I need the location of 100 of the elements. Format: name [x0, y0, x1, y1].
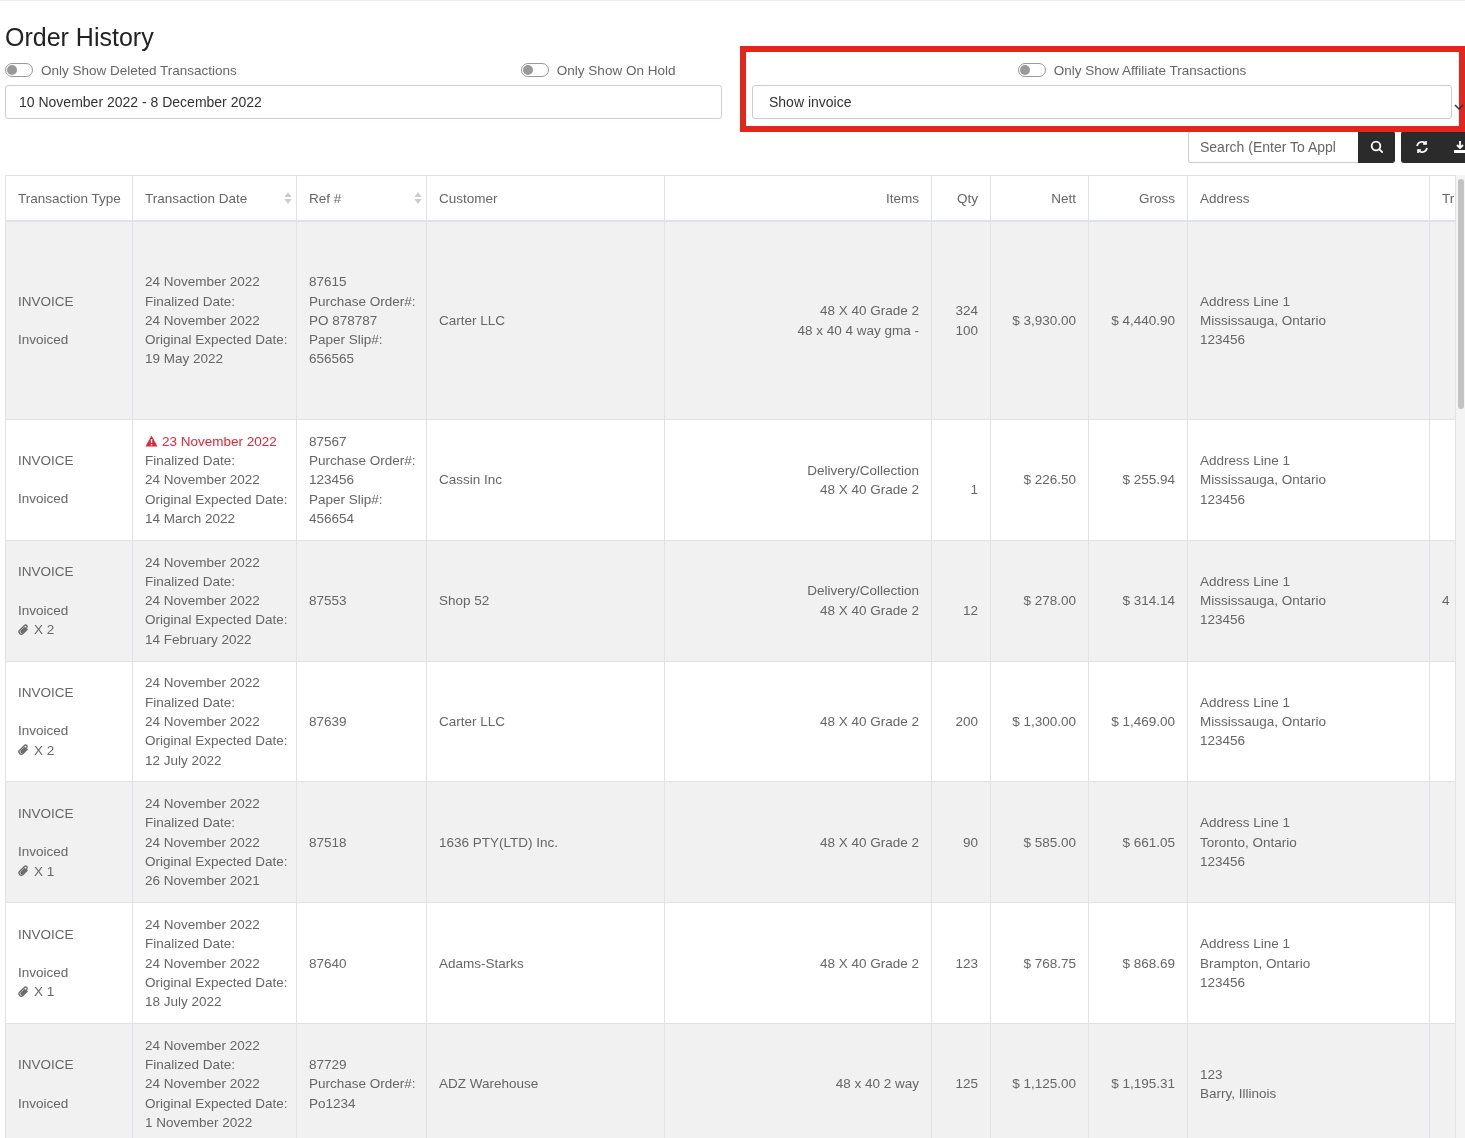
- status-text: Invoiced: [18, 601, 70, 620]
- address-line: Address Line 1: [1200, 693, 1292, 712]
- page-title: Order History: [5, 23, 155, 51]
- nett-amount: $ 768.75: [1023, 955, 1076, 971]
- status-text: Invoiced: [18, 490, 70, 509]
- gross-amount: $ 661.05: [1122, 834, 1175, 850]
- sort-icon: [284, 191, 292, 205]
- attachment-count: X 2: [34, 620, 55, 639]
- reference-line: 87639: [309, 712, 348, 731]
- transaction-type: INVOICE: [18, 684, 75, 703]
- address-line: 123456: [1200, 732, 1247, 751]
- address-line: Mississauga, Ontario: [1200, 712, 1328, 731]
- nett-amount: $ 3,930.00: [1012, 312, 1076, 328]
- status-text: Invoiced: [18, 964, 70, 983]
- date-detail: 14 February 2022: [145, 630, 253, 649]
- status-text: Invoiced: [18, 1094, 70, 1113]
- paperclip-icon: [18, 986, 30, 998]
- date-detail: 14 March 2022: [145, 509, 237, 528]
- reference-line: 656565: [309, 350, 356, 369]
- sort-icon: [414, 191, 422, 205]
- gross-amount: $ 314.14: [1122, 593, 1175, 609]
- customer-name: Cassin Inc: [439, 472, 503, 488]
- transaction-date: 24 November 2022: [145, 795, 261, 814]
- reference-line: Purchase Order#:: [309, 451, 414, 470]
- address-line: Address Line 1: [1200, 572, 1292, 591]
- address-line: 123456: [1200, 490, 1247, 509]
- date-detail: 18 July 2022: [145, 993, 223, 1012]
- refresh-icon: [1415, 140, 1429, 154]
- quantity: 125: [954, 1075, 978, 1094]
- date-detail: 24 November 2022: [145, 471, 261, 490]
- transaction-type: INVOICE: [18, 804, 75, 823]
- nett-amount: $ 1,125.00: [1012, 1076, 1076, 1092]
- address-line: Mississauga, Ontario: [1200, 311, 1328, 330]
- reference-line: Po1234: [309, 1094, 357, 1113]
- transaction-date: 24 November 2022: [145, 674, 261, 693]
- chevron-down-icon: [1454, 104, 1464, 111]
- date-detail: 1 November 2022: [145, 1114, 254, 1132]
- reference-line: PO 878787: [309, 311, 379, 330]
- customer-name: Carter LLC: [439, 312, 506, 328]
- date-detail: Finalized Date:: [145, 935, 237, 954]
- date-detail: Finalized Date:: [145, 1056, 237, 1075]
- quantity: 123: [954, 954, 978, 973]
- scrollbar-thumb[interactable]: [1458, 179, 1464, 409]
- paperclip-icon: [18, 865, 30, 878]
- toggle-switch[interactable]: [1017, 63, 1046, 77]
- nett-amount: $ 226.50: [1023, 472, 1076, 488]
- reference-line: 87553: [309, 592, 348, 611]
- type-select[interactable]: Show invoice: [752, 85, 1452, 119]
- item-line: Delivery/Collection: [806, 461, 919, 480]
- scrollbar[interactable]: [1456, 175, 1465, 1138]
- date-range-field[interactable]: 10 November 2022 - 8 December 2022: [5, 85, 722, 119]
- customer-name: 1636 PTY(LTD) Inc.: [439, 834, 559, 850]
- status-text: Invoiced: [18, 843, 70, 862]
- quantity: 200: [954, 712, 978, 731]
- toggle-label: Only Show Affiliate Transactions: [1053, 62, 1247, 78]
- nett-amount: $ 585.00: [1023, 834, 1076, 850]
- date-detail: Finalized Date:: [145, 814, 237, 833]
- date-detail: Finalized Date:: [145, 572, 237, 591]
- reference-line: 87729: [309, 1056, 348, 1075]
- reference-line: 456654: [309, 509, 356, 528]
- gross-amount: $ 4,440.90: [1111, 312, 1175, 328]
- address-line: Address Line 1: [1200, 935, 1292, 954]
- date-detail: 26 November 2021: [145, 872, 261, 891]
- transaction-type: INVOICE: [18, 925, 75, 944]
- transaction-type: INVOICE: [18, 452, 75, 471]
- date-detail: Finalized Date:: [145, 292, 237, 311]
- date-detail: 24 November 2022: [145, 712, 261, 731]
- customer-name: Shop 52: [439, 593, 490, 609]
- date-detail: 24 November 2022: [145, 311, 261, 330]
- customer-name: ADZ Warehouse: [439, 1076, 539, 1092]
- address-line: Address Line 1: [1200, 451, 1292, 470]
- search-icon: [1369, 140, 1384, 154]
- transaction-date: 24 November 2022: [145, 553, 261, 572]
- item-line: 48 X 40 Grade 2: [818, 833, 919, 852]
- attachment-count: X 1: [34, 862, 55, 881]
- date-detail: 24 November 2022: [145, 592, 261, 611]
- nett-amount: $ 1,300.00: [1012, 713, 1076, 729]
- date-detail: 24 November 2022: [145, 833, 261, 852]
- address-line: Address Line 1: [1200, 292, 1292, 311]
- item-line: 48 x 40 2 way: [834, 1075, 919, 1094]
- toggle-switch[interactable]: [5, 63, 33, 77]
- reference-line: 123456: [309, 471, 356, 490]
- nett-amount: $ 278.00: [1023, 593, 1076, 609]
- address-line: Mississauga, Ontario: [1200, 471, 1328, 490]
- reference-line: Purchase Order#:: [309, 292, 414, 311]
- item-line: 48 x 40 4 way gma -: [796, 321, 919, 340]
- toggle-label: Only Show Deleted Transactions: [41, 62, 237, 78]
- reference-line: Purchase Order#:: [309, 1075, 414, 1094]
- paperclip-icon: [18, 744, 30, 757]
- reference-line: Paper Slip#:: [309, 490, 384, 509]
- date-detail: 19 May 2022: [145, 350, 225, 369]
- quantity: 1: [969, 480, 978, 499]
- search-button[interactable]: [1358, 131, 1395, 163]
- transaction-date: 24 November 2022: [145, 273, 261, 292]
- reference-line: Paper Slip#:: [309, 331, 384, 350]
- address-line: Brampton, Ontario: [1200, 954, 1312, 973]
- search-field[interactable]: Search (Enter To Appl: [1188, 131, 1358, 163]
- toggle-switch[interactable]: [520, 63, 549, 77]
- transaction-type: INVOICE: [18, 563, 75, 582]
- gross-amount: $ 1,469.00: [1111, 713, 1175, 729]
